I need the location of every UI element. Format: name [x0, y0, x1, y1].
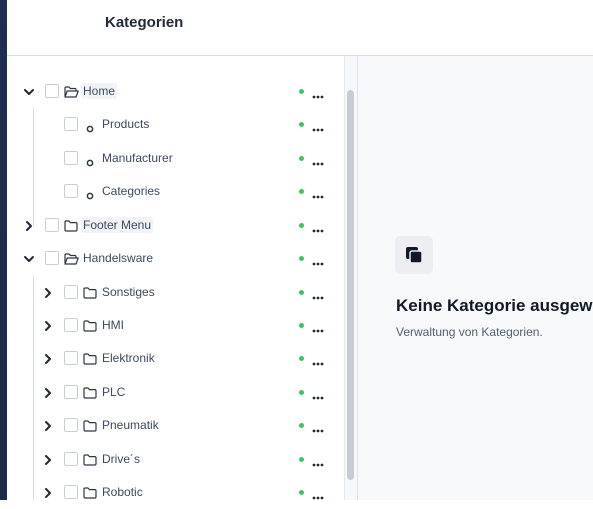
tree-row[interactable]: Footer Menu — [7, 209, 344, 242]
row-checkbox[interactable] — [64, 351, 78, 365]
row-checkbox[interactable] — [64, 452, 78, 466]
row-checkbox[interactable] — [64, 117, 78, 131]
status-dot — [299, 256, 304, 261]
chevron-right-icon[interactable] — [42, 352, 54, 364]
status-dot — [299, 122, 304, 127]
folder-icon — [83, 286, 97, 304]
tree-row[interactable]: Home — [7, 75, 344, 108]
more-horizontal-icon[interactable] — [312, 455, 324, 467]
tree-item-label[interactable]: Elektronik — [100, 350, 157, 366]
chevron-down-icon[interactable] — [23, 85, 35, 97]
chevron-right-icon[interactable] — [42, 286, 54, 298]
tree-row[interactable]: Pneumatik — [7, 409, 344, 442]
tree-scrollbar[interactable] — [344, 56, 357, 500]
tree-item-label[interactable]: Manufacturer — [100, 150, 175, 166]
row-checkbox[interactable] — [45, 218, 59, 232]
status-dot — [299, 290, 304, 295]
status-dot — [299, 223, 304, 228]
more-horizontal-icon[interactable] — [312, 488, 324, 500]
folder-icon — [83, 319, 97, 337]
tree-item-label[interactable]: Footer Menu — [81, 217, 154, 233]
tree-item-label[interactable]: Pneumatik — [100, 417, 161, 433]
status-dot — [299, 323, 304, 328]
circle-icon — [86, 120, 94, 138]
tree-item-label[interactable]: Handelsware — [81, 250, 155, 266]
chevron-right-icon[interactable] — [42, 486, 54, 498]
detail-pane: Keine Kategorie ausgewä Verwaltung von K… — [357, 56, 593, 500]
status-dot — [299, 156, 304, 161]
status-dot — [299, 490, 304, 495]
tree-item-label[interactable]: PLC — [100, 384, 127, 400]
status-dot — [299, 423, 304, 428]
folder-icon — [83, 352, 97, 370]
status-dot — [299, 390, 304, 395]
row-checkbox[interactable] — [64, 184, 78, 198]
tree-row[interactable]: Sonstiges — [7, 276, 344, 309]
category-tree: Home Products Manufacturer Categories Footer… — [7, 56, 344, 500]
status-dot — [299, 457, 304, 462]
folder-open-icon — [64, 85, 79, 103]
more-horizontal-icon[interactable] — [312, 254, 324, 266]
row-checkbox[interactable] — [64, 418, 78, 432]
tree-row[interactable]: Drive´s — [7, 443, 344, 476]
folder-icon — [64, 219, 78, 237]
chevron-down-icon[interactable] — [23, 252, 35, 264]
chevron-right-icon[interactable] — [42, 419, 54, 431]
more-horizontal-icon[interactable] — [312, 354, 324, 366]
status-dot — [299, 89, 304, 94]
more-horizontal-icon[interactable] — [312, 421, 324, 433]
more-horizontal-icon[interactable] — [312, 187, 324, 199]
circle-icon — [86, 154, 94, 172]
chevron-right-icon[interactable] — [23, 219, 35, 231]
folder-open-icon — [64, 252, 79, 270]
copy-icon — [395, 236, 433, 274]
row-checkbox[interactable] — [45, 84, 59, 98]
tree-item-label[interactable]: Drive´s — [100, 451, 142, 467]
tree-row[interactable]: Products — [7, 108, 344, 141]
tree-row[interactable]: Handelsware — [7, 242, 344, 275]
tree-item-label[interactable]: Products — [100, 116, 151, 132]
folder-icon — [83, 453, 97, 471]
folder-icon — [83, 386, 97, 404]
row-checkbox[interactable] — [64, 151, 78, 165]
tree-item-label[interactable]: Sonstiges — [100, 284, 157, 300]
chevron-right-icon[interactable] — [42, 453, 54, 465]
tree-row[interactable]: HMI — [7, 309, 344, 342]
circle-icon — [86, 187, 94, 205]
row-checkbox[interactable] — [64, 285, 78, 299]
chevron-right-icon[interactable] — [42, 386, 54, 398]
row-checkbox[interactable] — [64, 318, 78, 332]
chevron-right-icon[interactable] — [42, 319, 54, 331]
row-checkbox[interactable] — [64, 485, 78, 499]
tree-item-label[interactable]: HMI — [100, 317, 126, 333]
more-horizontal-icon[interactable] — [312, 120, 324, 132]
empty-state-description: Verwaltung von Kategorien. — [396, 325, 543, 339]
more-horizontal-icon[interactable] — [312, 221, 324, 233]
row-checkbox[interactable] — [45, 251, 59, 265]
tree-row[interactable]: Robotic — [7, 476, 344, 509]
page-header: Kategorien — [7, 0, 593, 56]
tree-row[interactable]: Manufacturer — [7, 142, 344, 175]
app-sidebar-edge — [0, 0, 7, 500]
empty-state-title: Keine Kategorie ausgewä — [396, 296, 593, 315]
folder-icon — [83, 486, 97, 504]
tree-row[interactable]: Elektronik — [7, 342, 344, 375]
more-horizontal-icon[interactable] — [312, 87, 324, 99]
tree-item-label[interactable]: Categories — [100, 183, 162, 199]
scrollbar-thumb[interactable] — [347, 90, 354, 480]
status-dot — [299, 189, 304, 194]
status-dot — [299, 356, 304, 361]
tree-row[interactable]: PLC — [7, 376, 344, 409]
tree-item-label[interactable]: Home — [81, 83, 118, 99]
more-horizontal-icon[interactable] — [312, 154, 324, 166]
more-horizontal-icon[interactable] — [312, 321, 324, 333]
more-horizontal-icon[interactable] — [312, 288, 324, 300]
tree-row[interactable]: Categories — [7, 175, 344, 208]
folder-icon — [83, 419, 97, 437]
tree-item-label[interactable]: Robotic — [100, 484, 145, 500]
row-checkbox[interactable] — [64, 385, 78, 399]
more-horizontal-icon[interactable] — [312, 388, 324, 400]
page-title: Kategorien — [105, 14, 184, 31]
